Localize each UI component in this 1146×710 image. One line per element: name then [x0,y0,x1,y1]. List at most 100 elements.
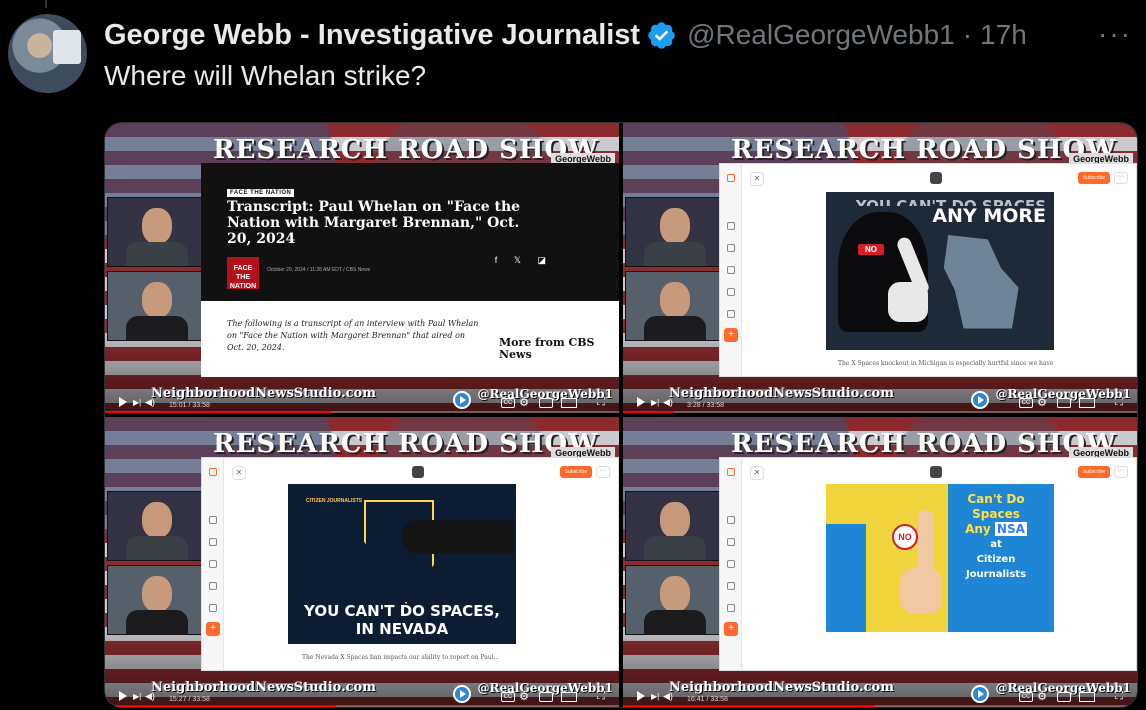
video-timestamp: 16:41 / 33:58 [687,696,728,703]
miniplayer-icon[interactable] [539,692,553,702]
thread-connector-line [45,0,47,8]
media-item-1[interactable]: RESEARCH ROAD SHOW GeorgeWebb FACE THE N… [105,123,619,413]
video-timestamp: 15:01 / 33:58 [169,402,210,409]
next-icon[interactable]: ▶| [133,398,141,407]
more-icon[interactable]: ··· [1114,172,1128,184]
miniplayer-icon[interactable] [1057,692,1071,702]
play-icon[interactable] [119,691,127,701]
subscribe-button[interactable]: Subscribe [1077,172,1110,184]
app-left-rail: + [202,458,224,670]
show-title: RESEARCH ROAD SHOW [731,135,1117,165]
webcam-host [107,197,205,267]
settings-gear-icon[interactable]: ⚙ [1037,690,1047,703]
subscribe-button[interactable]: Subscribe [1077,466,1110,478]
separator-dot: · [962,19,973,50]
video-controls: NeighborhoodNewsStudio.com @RealGeorgeWe… [105,381,619,413]
face-the-nation-logo: FACE THE NATION [227,257,259,290]
play-icon[interactable] [637,691,645,701]
close-icon[interactable]: ✕ [232,466,246,480]
next-icon[interactable]: ▶| [651,692,659,701]
miniplayer-play-icon[interactable] [971,685,989,703]
channel-avatar [930,466,942,478]
more-icon[interactable]: ··· [596,466,610,478]
media-grid: RESEARCH ROAD SHOW GeorgeWebb FACE THE N… [104,122,1138,708]
avatar[interactable] [8,14,87,93]
webcam-host [625,491,723,561]
pointing-hand [402,520,514,554]
site-overlay: NeighborhoodNewsStudio.com [669,386,894,401]
video-controls: NeighborhoodNewsStudio.com @RealGeorgeWe… [105,675,619,707]
verified-badge-icon [648,21,675,49]
compose-plus-icon[interactable]: + [206,622,220,636]
more-from-cbs: More from CBS News [499,336,595,361]
hand-graphic [900,568,942,614]
video-controls: NeighborhoodNewsStudio.com @RealGeorgeWe… [623,381,1137,413]
article-screen: FACE THE NATION Transcript: Paul Whelan … [201,163,619,377]
miniplayer-play-icon[interactable] [453,685,471,703]
progress-bar[interactable] [623,705,1137,707]
settings-gear-icon[interactable]: ⚙ [519,396,529,409]
volume-icon[interactable]: ◀) [663,691,673,702]
fullscreen-icon[interactable]: ⛶ [597,396,605,409]
article-dateline: October 20, 2024 / 11:28 AM EDT / CBS Ne… [267,267,371,273]
miniplayer-play-icon[interactable] [971,391,989,409]
settings-gear-icon[interactable]: ⚙ [1037,396,1047,409]
no-badge: NO [892,524,918,550]
close-icon[interactable]: ✕ [750,466,764,480]
post-timestamp[interactable]: 17h [980,19,1027,51]
webcam-guest [107,271,205,341]
article-headline: Transcript: Paul Whelan on "Face the Nat… [227,199,521,247]
play-icon[interactable] [119,397,127,407]
fullscreen-icon[interactable]: ⛶ [1115,690,1123,703]
nevada-graphic: CITIZEN JOURNALISTS YOU CAN'T DO SPACES,… [288,484,516,644]
theater-mode-icon[interactable] [561,398,577,408]
theater-mode-icon[interactable] [561,692,577,702]
compose-plus-icon[interactable]: + [724,622,738,636]
more-icon[interactable]: ··· [1114,466,1128,478]
miniplayer-icon[interactable] [1057,398,1071,408]
app-left-rail: + [720,458,742,670]
webcam-guest [625,565,723,635]
author-name[interactable]: George Webb - Investigative Journalist [104,19,640,52]
next-icon[interactable]: ▶| [133,692,141,701]
progress-bar[interactable] [105,411,619,413]
volume-icon[interactable]: ◀) [145,691,155,702]
author-handle[interactable]: @RealGeorgeWebb1 [687,19,955,51]
fullscreen-icon[interactable]: ⛶ [597,690,605,703]
media-item-3[interactable]: RESEARCH ROAD SHOW GeorgeWebb + ✕ Subscr… [105,417,619,707]
captions-icon[interactable]: CC [1019,398,1033,408]
video-timestamp: 3:28 / 33:58 [687,402,724,409]
close-icon[interactable]: ✕ [750,172,764,186]
app-window: + ✕ Subscribe ··· NO Can't Do Spaces Any… [719,457,1137,671]
volume-icon[interactable]: ◀) [145,397,155,408]
progress-bar[interactable] [623,411,1137,413]
captions-icon[interactable]: CC [501,398,515,408]
site-overlay: NeighborhoodNewsStudio.com [151,680,376,695]
play-icon[interactable] [637,397,645,407]
show-title: RESEARCH ROAD SHOW [731,429,1117,459]
more-options-icon[interactable]: ··· [1098,18,1132,50]
graphic-text: YOU CAN'T DO SPACES, IN NEVADA [304,602,500,638]
theater-mode-icon[interactable] [1079,398,1095,408]
florida-graphic: NO Can't Do Spaces Any NSA at Citizen Jo… [826,484,1054,632]
next-icon[interactable]: ▶| [651,398,659,407]
post-caption: The X Spaces knockout in Michigan is esp… [838,360,1054,367]
captions-icon[interactable]: CC [501,692,515,702]
channel-avatar [412,466,424,478]
miniplayer-play-icon[interactable] [453,391,471,409]
miniplayer-icon[interactable] [539,398,553,408]
settings-gear-icon[interactable]: ⚙ [519,690,529,703]
video-controls: NeighborhoodNewsStudio.com @RealGeorgeWe… [623,675,1137,707]
post-header: George Webb - Investigative Journalist @… [104,16,1027,54]
volume-icon[interactable]: ◀) [663,397,673,408]
webcam-host [107,491,205,561]
media-item-4[interactable]: RESEARCH ROAD SHOW GeorgeWebb + ✕ Subscr… [623,417,1137,707]
theater-mode-icon[interactable] [1079,692,1095,702]
subscribe-button[interactable]: Subscribe [559,466,592,478]
compose-plus-icon[interactable]: + [724,328,738,342]
media-item-2[interactable]: RESEARCH ROAD SHOW GeorgeWebb + ✕ Subscr… [623,123,1137,413]
captions-icon[interactable]: CC [1019,692,1033,702]
progress-bar[interactable] [105,705,619,707]
webcam-host [625,197,723,267]
fullscreen-icon[interactable]: ⛶ [1115,396,1123,409]
